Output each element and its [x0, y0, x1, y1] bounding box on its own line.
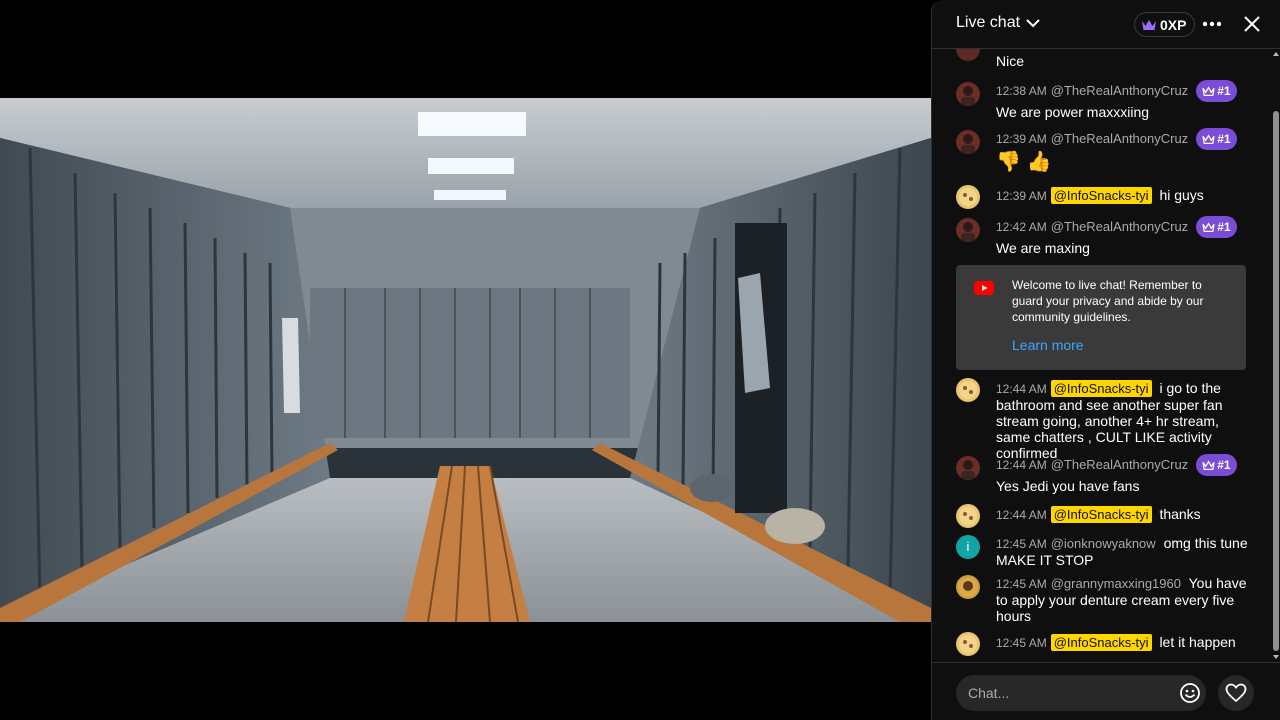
message-author[interactable]: @InfoSnacks-tyi: [1050, 380, 1152, 397]
xp-badge[interactable]: 0XP: [1134, 12, 1196, 37]
message-time: 12:44 AM: [996, 508, 1047, 522]
emoji-button[interactable]: [1178, 681, 1202, 705]
crown-icon: [1202, 221, 1215, 232]
message-author[interactable]: @TheRealAnthonyCruz: [1051, 457, 1188, 472]
avatar: [956, 378, 980, 402]
rank-badge: #1: [1196, 216, 1237, 238]
more-options-button[interactable]: [1200, 12, 1224, 36]
crown-icon: [1202, 85, 1215, 96]
message-text: Yes Jedi you have fans: [996, 478, 1140, 494]
message-author[interactable]: @InfoSnacks-tyi: [1050, 634, 1152, 651]
live-chat-panel: Live chat 0XP Nice 12:38 AM @TheRealAnth…: [931, 0, 1280, 720]
message-time: 12:42 AM: [996, 219, 1047, 234]
rank-badge: #1: [1196, 454, 1237, 476]
welcome-banner: Welcome to live chat! Remember to guard …: [956, 265, 1246, 370]
message-time: 12:38 AM: [996, 83, 1047, 98]
message-author[interactable]: @ionknowyaknow: [1051, 536, 1156, 551]
avatar: [956, 130, 980, 154]
avatar: [956, 185, 980, 209]
chat-input[interactable]: [956, 675, 1206, 711]
crown-icon: [1142, 19, 1156, 30]
scroll-thumb[interactable]: [1273, 111, 1279, 651]
message-author[interactable]: @grannymaxxing1960: [1051, 576, 1181, 591]
locker-room-image: [0, 98, 931, 622]
message-text: We are power maxxxiing: [996, 104, 1150, 120]
learn-more-link[interactable]: Learn more: [1012, 337, 1084, 353]
youtube-icon: [974, 281, 994, 295]
heart-icon: [1225, 683, 1247, 703]
rank-badge: #1: [1196, 80, 1237, 102]
like-button[interactable]: [1218, 675, 1254, 711]
crown-icon: [1202, 459, 1215, 470]
message-author[interactable]: @TheRealAnthonyCruz: [1051, 131, 1188, 146]
message-author[interactable]: @InfoSnacks-tyi: [1050, 187, 1152, 204]
scroll-down-arrow[interactable]: [1273, 655, 1279, 659]
avatar: i: [956, 535, 980, 559]
chat-message-list[interactable]: Nice 12:38 AM @TheRealAnthonyCruz #1 We ar…: [932, 49, 1270, 662]
scroll-up-arrow[interactable]: [1273, 52, 1279, 56]
emoji-icon: [1180, 683, 1200, 703]
message-time: 12:44 AM: [996, 457, 1047, 472]
avatar: [956, 456, 980, 480]
message-author[interactable]: @InfoSnacks-tyi: [1050, 506, 1152, 523]
rank-badge: #1: [1196, 128, 1237, 150]
message-text: Nice: [996, 53, 1025, 69]
chat-header: Live chat 0XP: [932, 0, 1280, 49]
avatar: [956, 632, 980, 656]
avatar: [956, 575, 980, 599]
message-text: We are maxing: [996, 240, 1090, 256]
more-vert-icon: [1202, 21, 1222, 27]
message-text: thanks: [1159, 506, 1201, 522]
message-time: 12:44 AM: [996, 382, 1047, 396]
message-time: 12:45 AM: [996, 537, 1047, 551]
welcome-text: Welcome to live chat! Remember to guard …: [1012, 278, 1204, 324]
message-time: 12:39 AM: [996, 189, 1047, 203]
xp-value: 0XP: [1160, 16, 1187, 33]
avatar: [956, 218, 980, 242]
close-icon: [1244, 16, 1260, 32]
chevron-down-icon: [1026, 19, 1040, 28]
message-author[interactable]: @TheRealAnthonyCruz: [1051, 219, 1188, 234]
message-time: 12:39 AM: [996, 131, 1047, 146]
video-frame[interactable]: [0, 98, 931, 622]
message-time: 12:45 AM: [996, 577, 1047, 591]
video-player[interactable]: [0, 0, 931, 720]
message-text: hi guys: [1159, 187, 1204, 203]
chat-title: Live chat: [956, 14, 1021, 31]
close-chat-button[interactable]: [1240, 12, 1264, 36]
crown-icon: [1202, 133, 1215, 144]
chat-mode-dropdown[interactable]: Live chat: [956, 14, 1040, 32]
chat-footer: [932, 662, 1280, 720]
message-time: 12:45 AM: [996, 636, 1047, 650]
avatar: [956, 82, 980, 106]
avatar: [956, 49, 980, 61]
message-author[interactable]: @TheRealAnthonyCruz: [1051, 83, 1188, 98]
message-text: 👎 👍: [996, 151, 1052, 173]
message-text: let it happen: [1159, 634, 1236, 650]
avatar: [956, 504, 980, 528]
chat-scrollbar[interactable]: [1271, 49, 1280, 662]
